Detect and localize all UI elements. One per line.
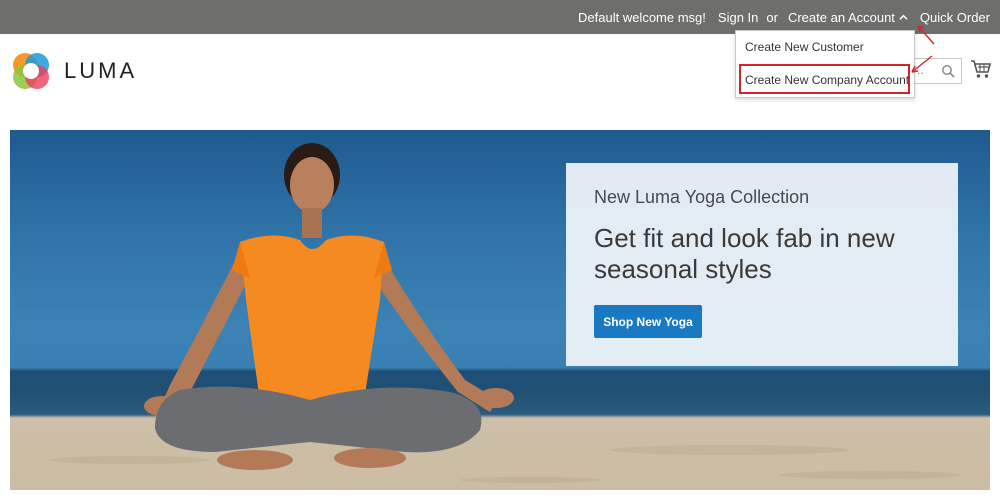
quick-order-link[interactable]: Quick Order <box>920 10 990 25</box>
promo-kicker: New Luma Yoga Collection <box>594 187 810 207</box>
promo-headline: Get fit and look fab in new seasonal sty… <box>594 223 895 284</box>
promo-panel: New Luma Yoga Collection Get fit and loo… <box>566 163 958 366</box>
chevron-up-icon <box>899 14 908 20</box>
create-new-company-account-option[interactable]: Create New Company Account <box>736 65 914 95</box>
create-new-customer-option[interactable]: Create New Customer <box>736 32 914 62</box>
cart-icon[interactable] <box>970 58 992 80</box>
welcome-message: Default welcome msg! <box>578 9 706 25</box>
header-links: Default welcome msg! Sign In or Create a… <box>578 0 990 34</box>
or-text: or <box>766 9 778 25</box>
luma-logo-icon <box>13 53 49 89</box>
top-panel-bar: Default welcome msg! Sign In or Create a… <box>0 0 1000 34</box>
shop-new-yoga-button[interactable]: Shop New Yoga <box>594 305 702 338</box>
hero-banner[interactable]: New Luma Yoga Collection Get fit and loo… <box>10 130 990 490</box>
search-input-text: .. <box>917 63 924 77</box>
sign-in-link[interactable]: Sign In <box>718 10 758 25</box>
logo-text: LUMA <box>64 58 138 83</box>
logo[interactable]: LUMA <box>10 50 137 92</box>
create-account-dropdown: Create New Customer Create New Company A… <box>735 30 915 98</box>
create-account-link[interactable]: Create an Account <box>788 10 908 25</box>
search-input[interactable]: .. <box>912 58 962 84</box>
search-icon[interactable] <box>941 64 955 78</box>
create-account-label: Create an Account <box>787 9 895 25</box>
